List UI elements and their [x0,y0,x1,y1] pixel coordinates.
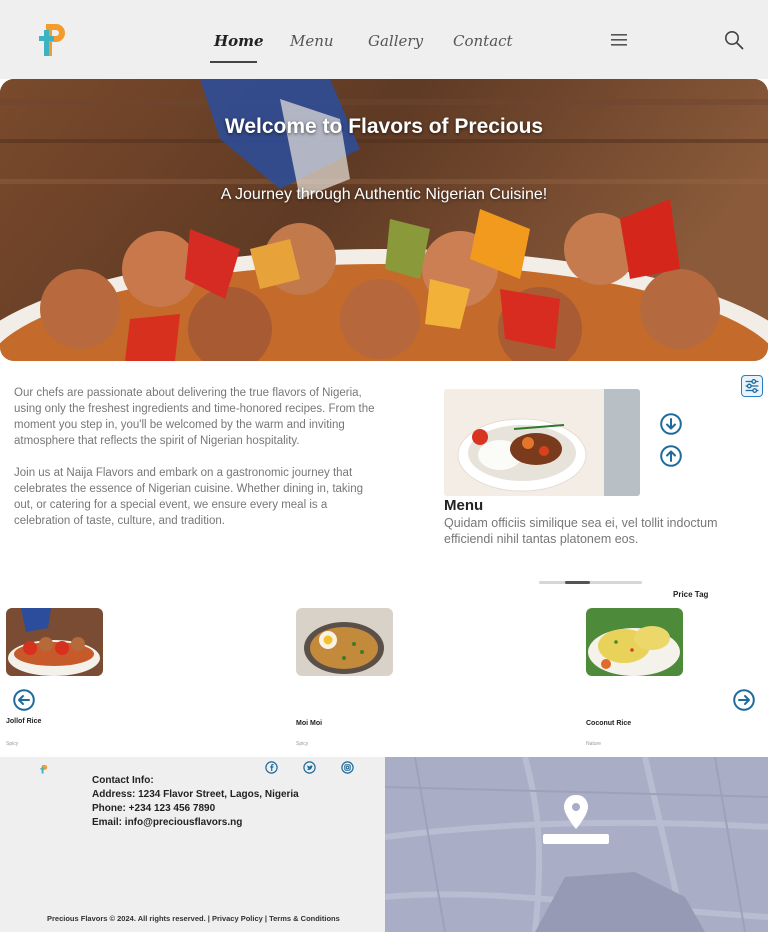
privacy-policy-link[interactable]: Privacy Policy [212,914,263,923]
dish-tag: Nature [586,741,602,747]
dish-card-jollof[interactable] [6,608,104,676]
contact-address: Address: 1234 Flavor Street, Lagos, Nige… [92,789,299,800]
location-map[interactable] [385,757,768,932]
dish-tag: Spicy [296,741,309,747]
menu-feature-image [444,389,640,496]
dish-image [6,608,103,676]
dish-name: Jollof Rice [6,718,42,725]
footer-logo[interactable] [40,763,48,775]
twitter-icon[interactable] [303,761,316,774]
nav-home[interactable]: Home [214,32,264,50]
about-paragraph-2: Join us at Naija Flavors and embark on a… [14,467,364,527]
dish-image [586,608,683,676]
hero-subtitle: A Journey through Authentic Nigerian Cui… [220,186,548,203]
copyright: Precious Flavors © 2024. All rights rese… [47,914,340,923]
menu-title: Menu [444,497,484,514]
copyright-text: Precious Flavors © 2024. All rights rese… [47,914,210,923]
instagram-icon[interactable] [341,761,354,774]
hero-title: Welcome to Flavors of Precious [224,115,544,138]
nav-menu[interactable]: Menu [290,32,334,50]
contact-phone: Phone: +234 123 456 7890 [92,803,216,814]
footer: Contact Info: Address: 1234 Flavor Stree… [0,757,385,932]
carousel-progress [539,581,642,584]
arrow-up-icon[interactable] [660,445,682,467]
arrow-down-icon[interactable] [660,413,682,435]
carousel-progress-fill [565,581,590,584]
contact-info: Contact Info: Address: 1234 Flavor Stree… [92,774,299,830]
about-section: Our chefs are passionate about deliverin… [14,385,379,529]
arrow-left-icon[interactable] [13,689,35,711]
nav-contact[interactable]: Contact [453,32,513,50]
contact-email[interactable]: Email: info@preciousflavors.ng [92,816,299,830]
about-paragraph-1: Our chefs are passionate about deliverin… [14,387,375,447]
hero-banner: Welcome to Flavors of Precious A Journey… [0,79,768,361]
dish-name: Coconut Rice [586,720,632,727]
search-icon[interactable] [724,30,744,50]
dish-card-moimoi[interactable] [296,608,394,676]
terms-link[interactable]: Terms & Conditions [269,914,340,923]
copyright-separator: | [264,914,268,923]
dish-tag: Spicy [6,741,19,747]
nav-active-indicator [210,61,257,63]
dish-card-coconut-rice[interactable] [586,608,684,676]
facebook-icon[interactable] [265,761,278,774]
logo[interactable] [38,20,68,58]
arrow-right-icon[interactable] [733,689,755,711]
contact-title: Contact Info: [92,775,154,786]
price-tag-label: Price Tag [673,590,709,599]
dish-name: Moi Moi [296,720,323,727]
menu-description: Quidam officiis similique sea ei, vel to… [444,516,718,546]
dish-image [296,608,393,676]
nav-gallery[interactable]: Gallery [368,32,423,50]
hamburger-icon[interactable] [610,33,628,47]
page: Home Menu Gallery Contact Welcome to Fla… [0,0,768,932]
header: Home Menu Gallery Contact [0,0,768,79]
filter-icon[interactable] [741,375,763,397]
